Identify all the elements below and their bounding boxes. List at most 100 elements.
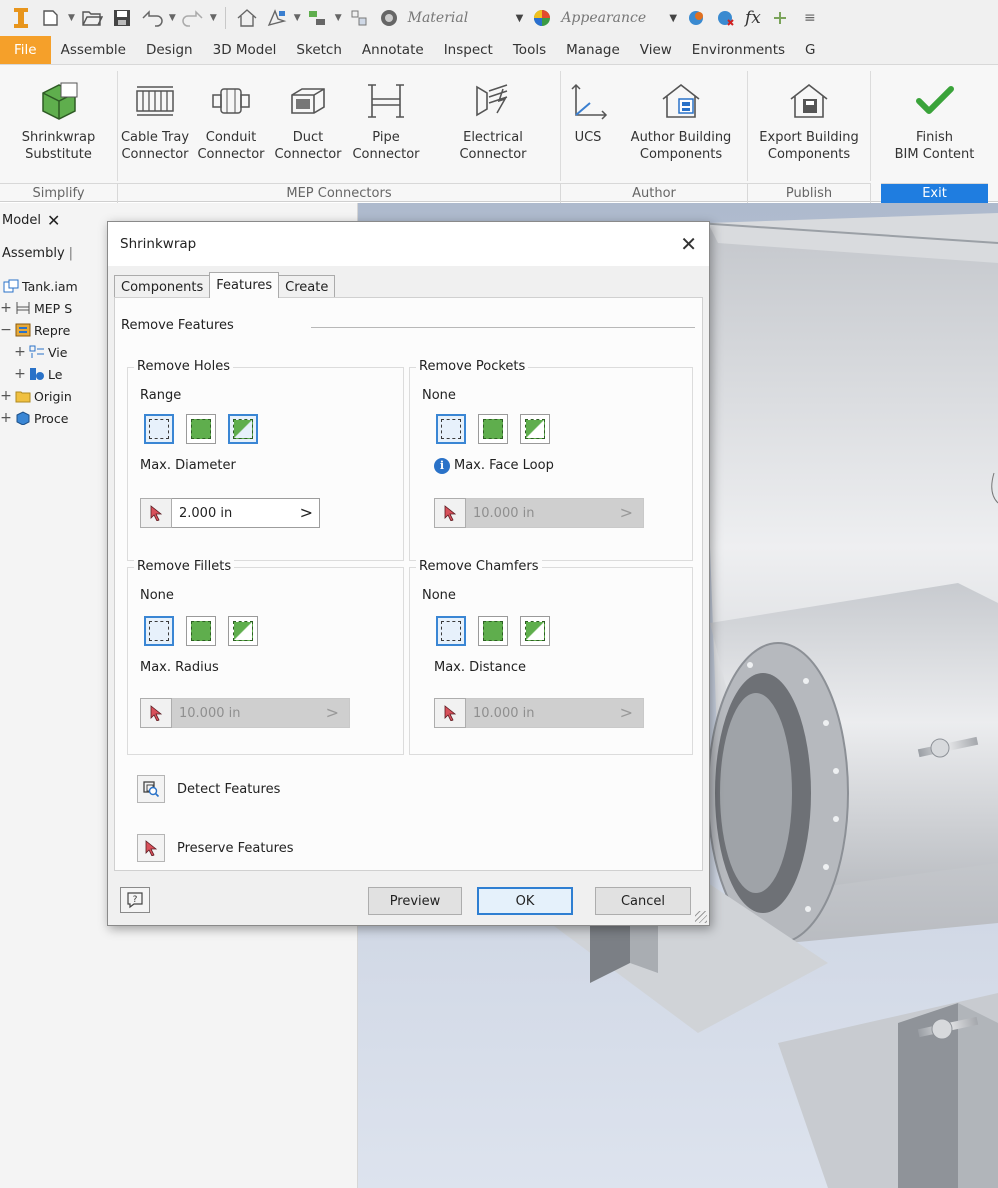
pockets-mode-all-button[interactable] bbox=[478, 414, 508, 444]
expand-icon[interactable]: + bbox=[14, 366, 26, 382]
redo-icon[interactable] bbox=[181, 6, 205, 30]
shrinkwrap-substitute-button[interactable]: Shrinkwrap Substitute bbox=[0, 71, 117, 183]
inventor-logo-icon[interactable] bbox=[9, 6, 33, 30]
adaptivity-icon[interactable] bbox=[306, 6, 330, 30]
expand-icon[interactable]: + bbox=[0, 410, 12, 426]
fillets-mode-range-button[interactable] bbox=[228, 616, 258, 646]
mode-all-icon bbox=[483, 621, 503, 641]
fillets-select-button[interactable] bbox=[140, 698, 172, 728]
export-building-components-button[interactable]: Export Building Components bbox=[748, 71, 870, 183]
preserve-features-button[interactable]: Preserve Features bbox=[137, 831, 294, 865]
ribbon: Shrinkwrap Substitute Cable Tray Connect… bbox=[0, 64, 998, 203]
dialog-titlebar[interactable]: Shrinkwrap ✕ bbox=[108, 222, 709, 266]
remove-fillets-mode: None bbox=[140, 588, 174, 603]
fillets-mode-none-button[interactable] bbox=[144, 616, 174, 646]
close-icon[interactable]: ✕ bbox=[680, 232, 697, 256]
tab-tools[interactable]: Tools bbox=[503, 36, 556, 64]
chamfers-mode-range-button[interactable] bbox=[520, 616, 550, 646]
pockets-mode-range-button[interactable] bbox=[520, 414, 550, 444]
undo-icon[interactable] bbox=[140, 6, 164, 30]
pipe-connector-button[interactable]: Pipe Connector bbox=[346, 71, 426, 183]
undo-dropdown-icon[interactable]: ▼ bbox=[169, 13, 176, 23]
new-file-icon[interactable] bbox=[39, 6, 63, 30]
detect-features-button[interactable]: Detect Features bbox=[137, 772, 280, 806]
fx-parameters-button[interactable]: fx bbox=[741, 6, 765, 30]
chevron-right-icon[interactable]: > bbox=[620, 503, 633, 522]
chamfers-mode-all-button[interactable] bbox=[478, 616, 508, 646]
duct-connector-button[interactable]: Duct Connector bbox=[270, 71, 346, 183]
tab-3d-model[interactable]: 3D Model bbox=[203, 36, 287, 64]
max-radius-input[interactable]: 10.000 in > bbox=[172, 698, 350, 728]
adaptivity-dropdown-icon[interactable]: ▼ bbox=[335, 13, 342, 23]
checkmark-icon bbox=[915, 86, 954, 114]
tab-design[interactable]: Design bbox=[136, 36, 203, 64]
holes-select-button[interactable] bbox=[140, 498, 172, 528]
author-building-components-button[interactable]: Author Building Components bbox=[615, 71, 747, 183]
tab-create[interactable]: Create bbox=[278, 275, 336, 298]
material-combo[interactable]: Material ▼ bbox=[404, 6, 528, 30]
new-dropdown-icon[interactable]: ▼ bbox=[68, 13, 75, 23]
tab-view[interactable]: View bbox=[630, 36, 682, 64]
remove-chamfers-mode: None bbox=[422, 588, 456, 603]
browser-tab-model[interactable]: Model bbox=[2, 213, 41, 228]
pockets-mode-none-button[interactable] bbox=[436, 414, 466, 444]
holes-mode-none-button[interactable] bbox=[144, 414, 174, 444]
preview-button[interactable]: Preview bbox=[368, 887, 462, 915]
close-icon[interactable]: ✕ bbox=[47, 211, 60, 230]
remove-chamfers-legend: Remove Chamfers bbox=[416, 559, 542, 574]
cancel-button[interactable]: Cancel bbox=[595, 887, 691, 915]
tab-assemble[interactable]: Assemble bbox=[51, 36, 136, 64]
shrinkwrap-substitute-icon bbox=[41, 82, 77, 120]
resize-grip[interactable] bbox=[695, 911, 707, 923]
adjust-appearance-icon[interactable] bbox=[684, 6, 708, 30]
electrical-connector-button[interactable]: Electrical Connector bbox=[426, 71, 560, 183]
help-button[interactable]: ? bbox=[120, 887, 150, 913]
max-diameter-input[interactable]: 2.000 in > bbox=[172, 498, 320, 528]
tab-environments[interactable]: Environments bbox=[682, 36, 795, 64]
select-dropdown-icon[interactable]: ▼ bbox=[294, 13, 301, 23]
holes-mode-range-button[interactable] bbox=[228, 414, 258, 444]
collapse-icon[interactable]: − bbox=[0, 322, 12, 338]
max-face-loop-value: 10.000 in bbox=[473, 505, 535, 521]
customize-menu-icon[interactable]: ≡ bbox=[798, 6, 822, 30]
max-face-loop-input[interactable]: 10.000 in > bbox=[466, 498, 644, 528]
cable-tray-connector-button[interactable]: Cable Tray Connector bbox=[118, 71, 192, 183]
clear-appearance-icon[interactable] bbox=[714, 6, 738, 30]
conduit-connector-button[interactable]: Conduit Connector bbox=[192, 71, 270, 183]
max-distance-input[interactable]: 10.000 in > bbox=[466, 698, 644, 728]
tab-inspect[interactable]: Inspect bbox=[434, 36, 503, 64]
open-folder-icon[interactable] bbox=[80, 6, 104, 30]
chamfers-mode-none-button[interactable] bbox=[436, 616, 466, 646]
tab-features[interactable]: Features bbox=[209, 272, 280, 298]
tab-file[interactable]: File bbox=[0, 36, 51, 64]
tab-annotate[interactable]: Annotate bbox=[352, 36, 434, 64]
tab-manage[interactable]: Manage bbox=[556, 36, 630, 64]
material-dropdown-icon[interactable]: ▼ bbox=[516, 13, 524, 24]
fillets-mode-all-button[interactable] bbox=[186, 616, 216, 646]
chevron-right-icon[interactable]: > bbox=[300, 503, 313, 522]
tab-components[interactable]: Components bbox=[114, 275, 211, 298]
chevron-right-icon[interactable]: > bbox=[326, 703, 339, 722]
expand-icon[interactable]: + bbox=[0, 388, 12, 404]
home-view-icon[interactable] bbox=[235, 6, 259, 30]
select-priority-icon[interactable] bbox=[265, 6, 289, 30]
expand-icon[interactable]: + bbox=[0, 300, 12, 316]
info-icon[interactable]: i bbox=[434, 458, 450, 474]
update-icon[interactable] bbox=[347, 6, 371, 30]
pockets-select-button[interactable] bbox=[434, 498, 466, 528]
appearance-combo[interactable]: Appearance ▼ bbox=[557, 6, 681, 30]
tab-sketch[interactable]: Sketch bbox=[286, 36, 351, 64]
add-icon[interactable] bbox=[768, 6, 792, 30]
save-icon[interactable] bbox=[110, 6, 134, 30]
ucs-button[interactable]: UCS bbox=[561, 71, 615, 183]
tab-overflow[interactable]: G bbox=[795, 36, 825, 64]
appearance-value: Appearance bbox=[561, 10, 647, 26]
holes-mode-all-button[interactable] bbox=[186, 414, 216, 444]
appearance-dropdown-icon[interactable]: ▼ bbox=[669, 13, 677, 24]
redo-dropdown-icon[interactable]: ▼ bbox=[210, 13, 217, 23]
expand-icon[interactable]: + bbox=[14, 344, 26, 360]
chevron-right-icon[interactable]: > bbox=[620, 703, 633, 722]
chamfers-select-button[interactable] bbox=[434, 698, 466, 728]
ok-button[interactable]: OK bbox=[477, 887, 573, 915]
finish-bim-content-button[interactable]: Finish BIM Content bbox=[871, 71, 998, 183]
